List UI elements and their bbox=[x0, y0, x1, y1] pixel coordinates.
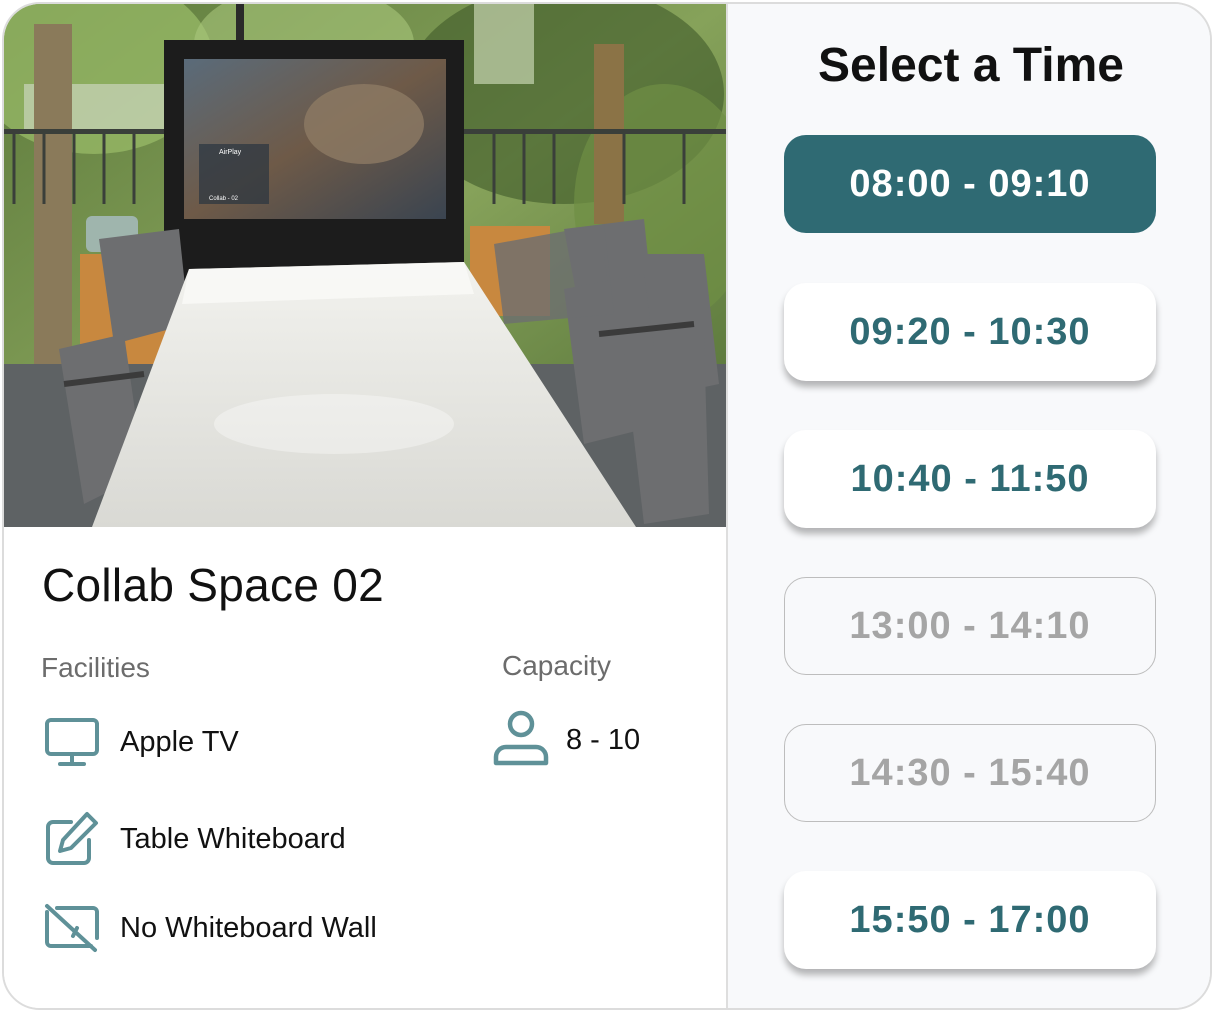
time-selection-panel: Select a Time 08:00 - 09:10 09:20 - 10:3… bbox=[728, 4, 1210, 1008]
time-slot-unavailable: 14:30 - 15:40 bbox=[784, 724, 1156, 822]
facility-label: No Whiteboard Wall bbox=[120, 911, 377, 944]
capacity-value: 8 - 10 bbox=[566, 724, 641, 756]
person-icon bbox=[490, 709, 552, 772]
facility-label: Apple TV bbox=[120, 725, 239, 758]
facility-table-whiteboard: Table Whiteboard bbox=[42, 809, 346, 869]
room-details-panel: AirPlay Collab - 02 Collab Space 02 Faci… bbox=[4, 4, 726, 1008]
room-photo: AirPlay Collab - 02 bbox=[4, 4, 726, 527]
screen-airplay-text: AirPlay bbox=[219, 149, 242, 156]
no-whiteboard-icon bbox=[42, 898, 102, 958]
select-time-title: Select a Time bbox=[818, 39, 1124, 92]
facility-no-whiteboard-wall: No Whiteboard Wall bbox=[42, 898, 377, 958]
capacity-heading: Capacity bbox=[502, 650, 611, 681]
capacity-info: 8 - 10 bbox=[490, 709, 640, 772]
screen-room-text: Collab - 02 bbox=[209, 196, 239, 202]
facility-label: Table Whiteboard bbox=[120, 822, 346, 855]
time-slot[interactable]: 09:20 - 10:30 bbox=[784, 283, 1156, 381]
room-title: Collab Space 02 bbox=[42, 559, 385, 611]
time-slot-unavailable: 13:00 - 14:10 bbox=[784, 577, 1156, 675]
time-slot[interactable]: 10:40 - 11:50 bbox=[784, 430, 1156, 528]
monitor-icon bbox=[42, 712, 102, 772]
time-slot-selected[interactable]: 08:00 - 09:10 bbox=[784, 135, 1156, 233]
time-slot[interactable]: 15:50 - 17:00 bbox=[784, 871, 1156, 969]
room-booking-card: AirPlay Collab - 02 Collab Space 02 Faci… bbox=[2, 2, 1212, 1010]
pencil-edit-icon bbox=[42, 809, 102, 869]
facility-apple-tv: Apple TV bbox=[42, 712, 239, 772]
facilities-heading: Facilities bbox=[41, 652, 150, 683]
